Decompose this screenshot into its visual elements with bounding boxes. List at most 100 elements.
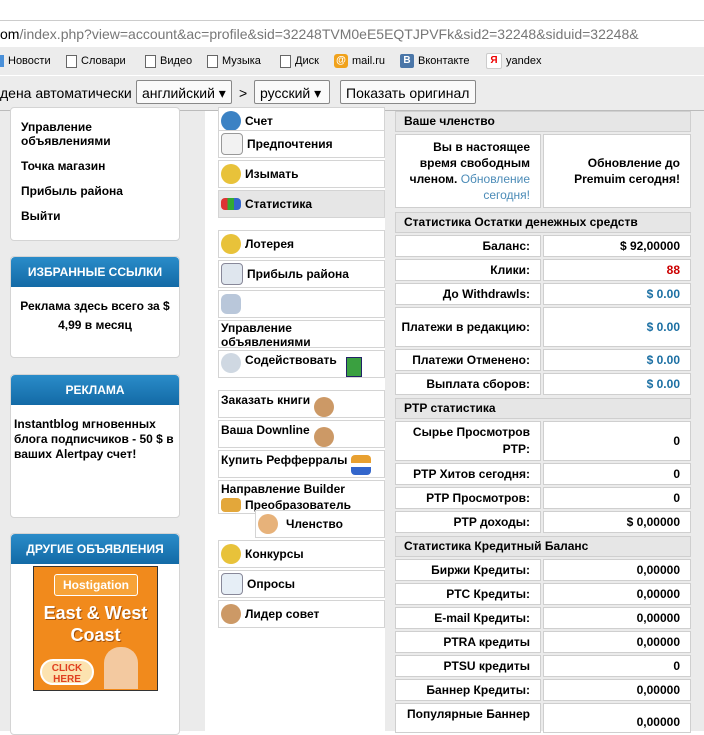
nav-withdraw[interactable]: Изымать <box>218 160 385 188</box>
favorites-panel: ИЗБРАННЫЕ ССЫЛКИ Реклама здесь всего за … <box>10 256 180 358</box>
bookmark-vkontakte[interactable]: B Вконтакте <box>400 47 469 75</box>
ptp-stats-header: PTP статистика <box>395 398 691 419</box>
stat-row-ptp-raw: Сырье Просмотров PTP: 0 <box>395 421 691 461</box>
bookmark-music[interactable]: Музыка <box>207 47 261 75</box>
users-icon <box>313 427 334 447</box>
stat-row-fees: Выплата сборов: $ 0.00 <box>395 373 691 395</box>
hierarchy-icon <box>351 455 372 475</box>
stat-row-clicks: Клики: 88 <box>395 259 691 281</box>
menu-link-area-profit[interactable]: Прибыль района <box>11 175 179 200</box>
page-icon <box>66 54 77 68</box>
dropdown-arrow-icon: ▾ <box>314 85 322 101</box>
translate-detected-label: дена автоматически <box>0 85 132 101</box>
favorites-text: Реклама здесь всего за $ 4,99 в месяц <box>20 299 170 332</box>
banner-line1: East & West <box>43 603 148 623</box>
other-ads-title: ДРУГИЕ ОБЪЯВЛЕНИЯ <box>11 534 179 564</box>
bookmark-news[interactable]: Новости <box>0 47 51 75</box>
stat-row-popular-banner: Популярные Баннер 0,00000 <box>395 703 691 733</box>
stat-row-to-withdrawals: До Withdrawls: $ 0.00 <box>395 283 691 305</box>
stat-row-cancelled-payments: Платежи Отменено: $ 0.00 <box>395 349 691 371</box>
coins-icon <box>221 164 241 184</box>
bookmark-yandex[interactable]: Яyandex <box>486 47 541 75</box>
banner-line2: Coast <box>70 625 121 645</box>
banner-person-image <box>104 647 138 689</box>
toolbox-icon <box>221 497 241 512</box>
coins-icon <box>221 544 241 564</box>
banner-cta: CLICK HERE <box>40 659 94 685</box>
cash-stats-header: Статистика Остатки денежных средств <box>395 212 691 233</box>
from-language-select[interactable]: английский ▾ <box>136 80 232 104</box>
stat-row-ptsu-credits: PTSU кредиты 0 <box>395 655 691 677</box>
update-today-link[interactable]: Обновление сегодня! <box>461 172 530 202</box>
page-icon <box>145 54 156 68</box>
nav-downline[interactable]: Ваша Downline <box>218 420 385 448</box>
stat-row-exchange-credits: Биржи Кредиты: 0,00000 <box>395 559 691 581</box>
upgrade-premium[interactable]: Обновление до Premuim сегодня! <box>543 134 691 208</box>
calculator-icon <box>221 263 243 285</box>
page-icon <box>207 54 218 68</box>
yandex-icon: Я <box>486 53 502 69</box>
address-bar[interactable]: om/index.php?view=account&ac=profile&sid… <box>0 20 704 48</box>
nav-lottery[interactable]: Лотерея <box>218 230 385 258</box>
users-icon <box>314 397 335 417</box>
users-icon <box>221 604 241 624</box>
stat-row-ptp-hits: PTP Хитов сегодня: 0 <box>395 463 691 485</box>
edit-icon <box>221 133 243 155</box>
nav-area-profit[interactable]: Прибыль района <box>218 260 385 288</box>
nav-polls[interactable]: Опросы <box>218 570 385 598</box>
nav-database[interactable] <box>218 290 385 318</box>
bookmarks-bar: Новости Словари Видео Музыка Диск @ mail.… <box>0 47 704 75</box>
support-icon <box>221 353 241 373</box>
nav-preferences[interactable]: Предпочтения <box>218 130 385 158</box>
stat-row-ptp-views: PTP Просмотров: 0 <box>395 487 691 509</box>
book-icon <box>346 357 362 377</box>
favorites-title: ИЗБРАННЫЕ ССЫЛКИ <box>11 257 179 287</box>
user-icon <box>258 514 278 534</box>
menu-link-manage-ads[interactable]: Управление объявлениями <box>11 118 179 150</box>
nav-buy-referrals[interactable]: Купить Рефферралы <box>218 450 385 478</box>
url-path: /index.php?view=account&ac=profile&sid=3… <box>19 26 639 42</box>
hostigation-banner[interactable]: Hostigation East & West Coast CLICK HERE <box>33 566 158 691</box>
bookmark-mailru[interactable]: @ mail.ru <box>334 47 385 75</box>
database-icon <box>221 294 241 314</box>
bookmark-disk[interactable]: Диск <box>280 47 319 75</box>
nav-membership[interactable]: Членство <box>255 510 385 538</box>
stat-row-pending-payments: Платежи в редакцию: $ 0.00 <box>395 307 691 347</box>
info-icon <box>221 111 241 131</box>
menu-link-shop[interactable]: Точка магазин <box>11 150 179 175</box>
to-language-select[interactable]: русский ▾ <box>254 80 330 104</box>
mailru-icon: @ <box>334 54 348 68</box>
account-stats: Ваше членство Вы в настоящее время свобо… <box>385 111 704 733</box>
stat-row-banner-credits: Баннер Кредиты: 0,00000 <box>395 679 691 701</box>
nav-assist[interactable]: Содействовать <box>218 350 385 378</box>
nav-statistics[interactable]: Статистика <box>218 190 385 218</box>
membership-header: Ваше членство <box>395 111 691 132</box>
account-nav: Счет Предпочтения Изымать Статистика Лот… <box>205 107 385 731</box>
membership-status: Вы в настоящее время свободным членом. О… <box>395 134 541 208</box>
stat-row-ptp-income: PTP доходы: $ 0,00000 <box>395 511 691 533</box>
nav-leader[interactable]: Лидер совет <box>218 600 385 628</box>
nav-order-books[interactable]: Заказать книги <box>218 390 385 418</box>
ads-title: РЕКЛАМА <box>11 375 179 405</box>
translate-arrow: > <box>239 85 248 101</box>
bookmark-dictionaries[interactable]: Словари <box>66 47 126 75</box>
membership-row: Вы в настоящее время свободным членом. О… <box>395 134 691 208</box>
banner-placeholder <box>33 722 156 734</box>
nav-contests[interactable]: Конкурсы <box>218 540 385 568</box>
vk-icon: B <box>400 54 414 68</box>
menu-link-logout[interactable]: Выйти <box>11 200 179 225</box>
stat-row-ptra-credits: PTRA кредиты 0,00000 <box>395 631 691 653</box>
bookmark-video[interactable]: Видео <box>145 47 192 75</box>
ads-panel: РЕКЛАМА Instantblog мгновенных блога под… <box>10 374 180 518</box>
dropdown-arrow-icon: ▾ <box>218 85 226 101</box>
ads-text[interactable]: Instantblog мгновенных блога подписчиков… <box>11 405 179 474</box>
nav-manage-ads[interactable]: Управление объявлениями <box>218 320 385 349</box>
stat-row-email-credits: E-mail Кредиты: 0,00000 <box>395 607 691 629</box>
grid-icon <box>221 573 243 595</box>
show-original-button[interactable]: Показать оригинал <box>340 80 476 104</box>
translate-bar: дена автоматически английский ▾ > русски… <box>0 76 704 111</box>
banner-brand: Hostigation <box>54 574 138 596</box>
other-ads-panel: ДРУГИЕ ОБЪЯВЛЕНИЯ Hostigation East & Wes… <box>10 533 180 735</box>
coins-icon <box>221 234 241 254</box>
url-domain: om <box>0 26 20 42</box>
